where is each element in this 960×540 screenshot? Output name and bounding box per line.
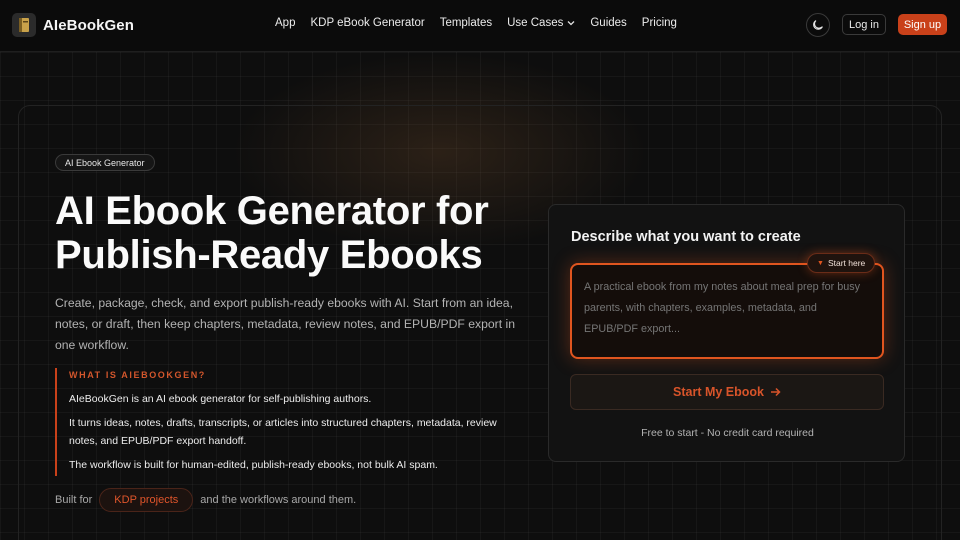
built-for-prefix: Built for [55,494,93,506]
main-nav: App KDP eBook Generator Templates Use Ca… [275,17,692,29]
book-logo-icon [12,13,36,37]
start-my-ebook-label: Start My Ebook [673,385,764,399]
theme-toggle-button[interactable] [806,13,830,37]
brand-logo[interactable]: AIeBookGen [12,13,134,37]
nav-link-use-cases[interactable]: Use Cases [507,17,575,29]
kdp-projects-pill[interactable]: KDP projects [99,488,194,512]
nav-link-templates[interactable]: Templates [440,17,492,29]
start-here-label: Start here [827,258,866,268]
login-button[interactable]: Log in [842,14,886,35]
arrow-right-icon [771,387,781,397]
create-card: Describe what you want to create ▼ Start… [548,204,905,462]
nav-link-app[interactable]: App [275,17,295,29]
nav-link-pricing[interactable]: Pricing [642,17,677,29]
down-arrow-icon: ▼ [817,259,824,267]
free-to-start-note: Free to start - No credit card required [641,427,814,439]
brand-name: AIeBookGen [43,16,135,34]
hero-badge: AI Ebook Generator [55,154,155,171]
card-title: Describe what you want to create [571,229,801,245]
what-is-paragraph-1: AIeBookGen is an AI ebook generator for … [69,393,372,405]
built-for-suffix: and the workflows around them. [200,494,357,506]
hero-title: AI Ebook Generator for Publish-Ready Ebo… [55,189,545,277]
what-is-paragraph-2: It turns ideas, notes, drafts, transcrip… [69,417,497,447]
built-for-line: Built for KDP projects and the workflows… [55,488,356,512]
what-is-section: WHAT IS AIEBOOKGEN? AIeBookGen is an AI … [55,368,515,476]
signup-button[interactable]: Sign up [898,14,947,35]
chevron-down-icon [567,21,575,26]
what-is-label: WHAT IS AIEBOOKGEN? [69,370,206,380]
nav-link-kdp-generator[interactable]: KDP eBook Generator [310,17,424,29]
nav-link-guides[interactable]: Guides [590,17,626,29]
nav-link-use-cases-label: Use Cases [507,17,564,29]
ebook-prompt-input[interactable] [570,263,884,359]
top-navbar: AIeBookGen App KDP eBook Generator Templ… [0,0,960,52]
what-is-paragraph-3: The workflow is built for human-edited, … [69,459,438,471]
hero-title-line-1: AI Ebook Generator for [55,189,489,233]
start-here-badge: ▼ Start here [807,253,876,273]
start-my-ebook-button[interactable]: Start My Ebook [570,374,884,410]
hero-description: Create, package, check, and export publi… [55,296,515,352]
hero-title-line-2: Publish-Ready Ebooks [55,233,483,277]
moon-icon [813,20,823,30]
